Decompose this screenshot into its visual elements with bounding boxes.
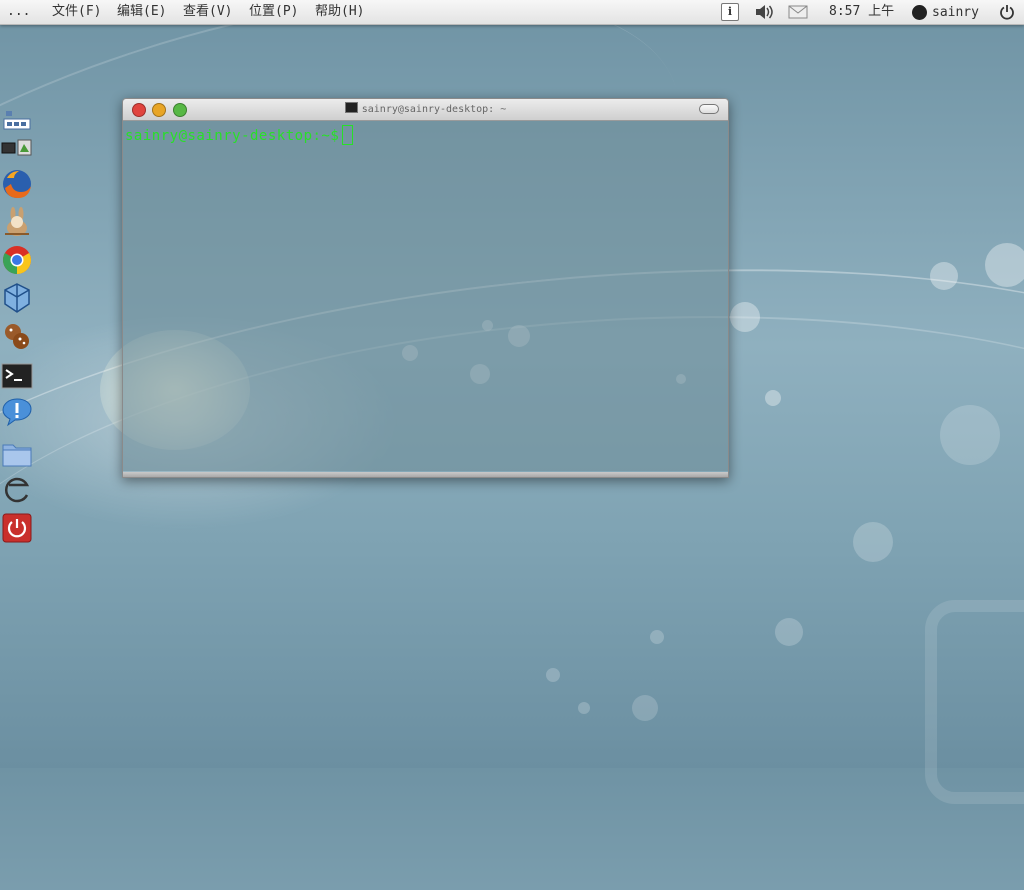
menu-file[interactable]: 文件(F) <box>52 0 101 24</box>
shutdown-applet[interactable] <box>996 0 1018 24</box>
terminal-icon <box>1 363 33 389</box>
username: sainry <box>932 4 979 20</box>
launcher-display[interactable] <box>0 133 34 163</box>
user-menu[interactable]: sainry <box>912 0 992 24</box>
launcher-rabbit[interactable] <box>0 205 34 239</box>
volume-applet[interactable] <box>752 0 776 24</box>
pidgin-icon <box>2 398 32 427</box>
menu-places[interactable]: 位置(P) <box>249 0 298 24</box>
launcher-firefox[interactable] <box>0 167 34 201</box>
terminal-title-icon <box>344 102 358 113</box>
terminal-body[interactable]: sainry@sainry-desktop:~$ <box>123 121 728 471</box>
window-title: sainry@sainry-desktop: ~ <box>123 99 728 120</box>
terminal-window[interactable]: sainry@sainry-desktop: ~ sainry@sainry-d… <box>122 98 729 478</box>
menu-help[interactable]: 帮助(H) <box>315 0 364 24</box>
mail-icon <box>788 5 808 19</box>
applications-menu[interactable]: ... <box>7 0 30 24</box>
clock[interactable]: 8:57 上午 <box>829 0 894 24</box>
cookies-icon <box>5 324 29 349</box>
launcher-browser-e[interactable] <box>0 473 34 507</box>
launcher-cookies[interactable] <box>0 319 34 353</box>
info-applet[interactable]: i <box>720 0 740 24</box>
terminal-titlebar[interactable]: sainry@sainry-desktop: ~ <box>123 99 728 121</box>
terminal-prompt-line: sainry@sainry-desktop:~$ <box>125 125 354 145</box>
mail-applet[interactable] <box>786 0 810 24</box>
folder-icon <box>2 444 32 467</box>
rabbitvcs-icon <box>5 207 29 236</box>
network-applet-icon <box>3 111 31 130</box>
shell-prompt: sainry@sainry-desktop:~$ <box>125 128 340 144</box>
launcher-terminal[interactable] <box>0 359 34 393</box>
user-status-icon <box>912 4 927 20</box>
window-options-button[interactable] <box>699 104 719 114</box>
launcher-chrome[interactable] <box>0 243 34 277</box>
shutdown-icon <box>2 513 32 543</box>
browser-e-icon <box>4 477 30 503</box>
launcher-files[interactable] <box>0 437 34 471</box>
firefox-icon <box>3 170 31 198</box>
power-icon <box>1000 5 1014 20</box>
volume-icon <box>756 5 773 19</box>
launcher-network[interactable] <box>0 105 34 135</box>
launcher-pidgin[interactable] <box>0 395 34 429</box>
virtualbox-icon <box>4 283 30 313</box>
launcher-shutdown[interactable] <box>0 511 34 545</box>
menu-view[interactable]: 查看(V) <box>183 0 232 24</box>
launcher-virtualbox[interactable] <box>0 281 34 315</box>
display-settings-icon <box>1 139 32 156</box>
window-title-text: sainry@sainry-desktop: ~ <box>361 104 507 115</box>
top-panel: ... 文件(F) 编辑(E) 查看(V) 位置(P) 帮助(H) i 8:57… <box>0 0 1024 25</box>
text-cursor <box>342 125 354 145</box>
info-icon: i <box>721 3 739 21</box>
chrome-icon <box>3 246 31 274</box>
terminal-bottom-bar[interactable] <box>123 472 728 477</box>
menu-edit[interactable]: 编辑(E) <box>117 0 166 24</box>
